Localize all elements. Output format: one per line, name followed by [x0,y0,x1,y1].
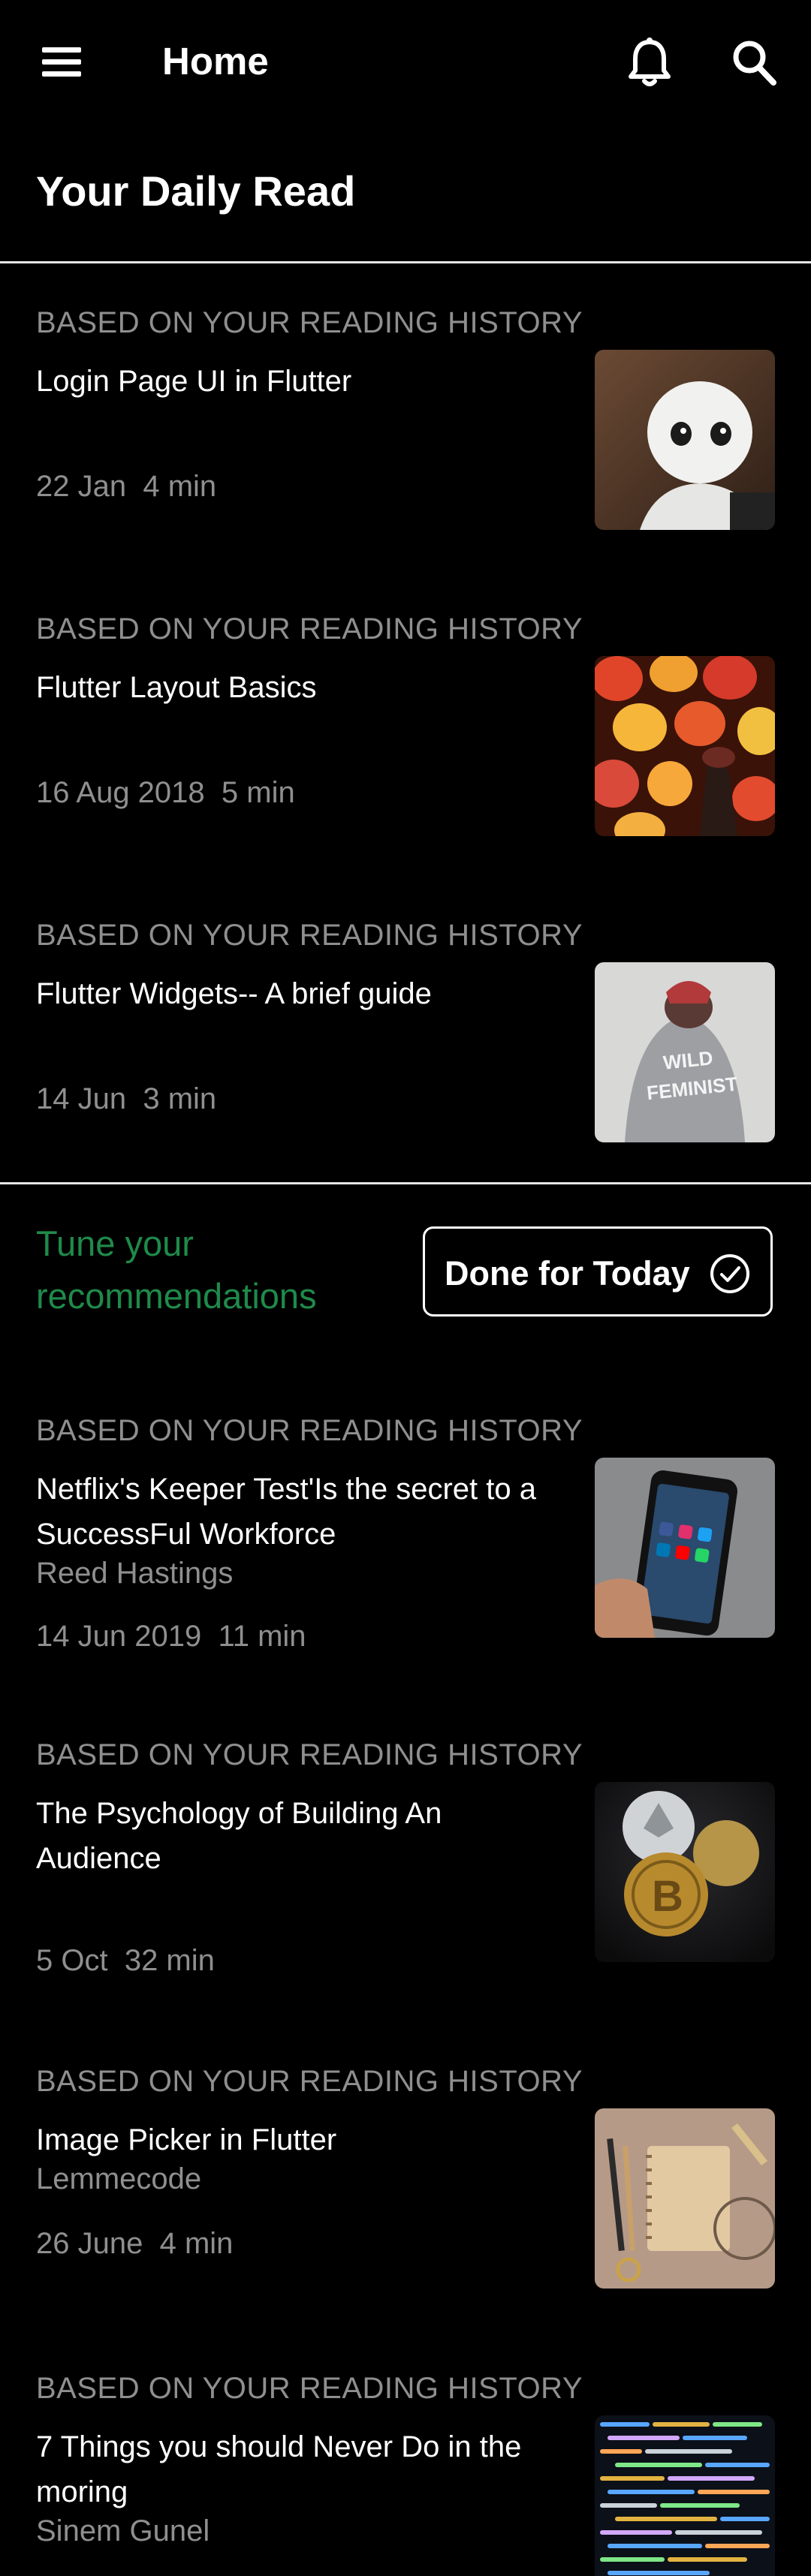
article-tag: BASED ON YOUR READING HISTORY [36,612,583,646]
article-card[interactable]: BASED ON YOUR READING HISTORY The Psycho… [0,1738,811,1979]
article-tag: BASED ON YOUR READING HISTORY [36,919,583,952]
article-read-time: 3 min [143,1082,217,1115]
article-meta: 14 Jun 3 min [36,1082,216,1116]
article-thumbnail-phone[interactable] [595,1458,775,1638]
article-title[interactable]: The Psychology of Building An Audience [36,1791,562,1881]
article-read-time: 5 min [221,776,295,809]
article-meta: 26 June 4 min [36,2227,233,2261]
article-card[interactable]: BASED ON YOUR READING HISTORY Image Pick… [0,2065,811,2305]
article-read-time: 4 min [143,470,217,503]
article-card[interactable]: BASED ON YOUR READING HISTORY Netflix's … [0,1414,811,1699]
article-tag: BASED ON YOUR READING HISTORY [36,1738,583,1771]
tune-recommendations-text: Tune your recommendations [36,1217,317,1323]
menu-icon[interactable] [38,41,86,83]
article-card[interactable]: BASED ON YOUR READING HISTORY 7 Things y… [0,2372,811,2576]
article-card[interactable]: BASED ON YOUR READING HISTORY Flutter Wi… [0,919,811,1159]
article-title[interactable]: Flutter Layout Basics [36,665,562,710]
article-meta: 22 Jan 4 min [36,470,216,504]
article-read-time: 32 min [124,1944,215,1977]
section-divider [0,1182,811,1184]
article-title[interactable]: Flutter Widgets-- A brief guide [36,971,562,1016]
article-date: 16 Aug 2018 [36,776,205,809]
article-author: Sinem Gunel [36,2514,210,2547]
done-for-today-button[interactable]: Done for Today [423,1226,773,1317]
article-card[interactable]: BASED ON YOUR READING HISTORY Flutter La… [0,612,811,853]
article-title[interactable]: Image Picker in Flutter [36,2117,562,2162]
article-date: 22 Jan [36,470,127,503]
article-thumbnail-lanterns[interactable] [595,656,775,836]
article-author: Reed Hastings [36,1557,234,1590]
app-bar-title: Home [162,40,269,83]
article-thumbnail-robot[interactable] [595,350,775,530]
article-card[interactable]: BASED ON YOUR READING HISTORY Login Page… [0,306,811,546]
article-author: Lemmecode [36,2162,202,2195]
app-bar: Home [0,0,811,126]
search-icon[interactable] [728,36,781,90]
tune-text-line: recommendations [36,1276,317,1316]
article-read-time: 4 min [159,2227,234,2260]
article-meta: 14 Jun 2019 11 min [36,1620,306,1654]
article-thumbnail-jacket[interactable]: WILD FEMINIST [595,962,775,1142]
article-date: 14 Jun 2019 [36,1620,202,1653]
section-divider [0,261,811,263]
article-tag: BASED ON YOUR READING HISTORY [36,1414,583,1447]
article-tag: BASED ON YOUR READING HISTORY [36,306,583,339]
article-thumbnail-notebook[interactable] [595,2108,775,2289]
done-button-label: Done for Today [445,1254,690,1293]
svg-text:B: B [652,1872,683,1921]
article-title[interactable]: Netflix's Keeper Test'Is the secret to a… [36,1467,562,1557]
article-date: 5 Oct [36,1944,108,1977]
article-meta: 16 Aug 2018 5 min [36,776,295,810]
article-meta: 5 Oct 32 min [36,1944,215,1978]
article-date: 14 Jun [36,1082,127,1115]
article-title[interactable]: Login Page UI in Flutter [36,359,562,404]
article-read-time: 11 min [218,1620,306,1653]
article-title[interactable]: 7 Things you should Never Do in the mori… [36,2424,562,2514]
article-tag: BASED ON YOUR READING HISTORY [36,2065,583,2098]
notification-bell-icon[interactable] [623,36,676,90]
article-date: 26 June [36,2227,143,2260]
article-thumbnail-code[interactable] [595,2415,775,2576]
article-tag: BASED ON YOUR READING HISTORY [36,2372,583,2405]
tune-text-line: Tune your [36,1223,194,1263]
article-thumbnail-coins[interactable]: B [595,1782,775,1962]
check-circle-icon [709,1253,751,1295]
section-title: Your Daily Read [36,167,356,215]
